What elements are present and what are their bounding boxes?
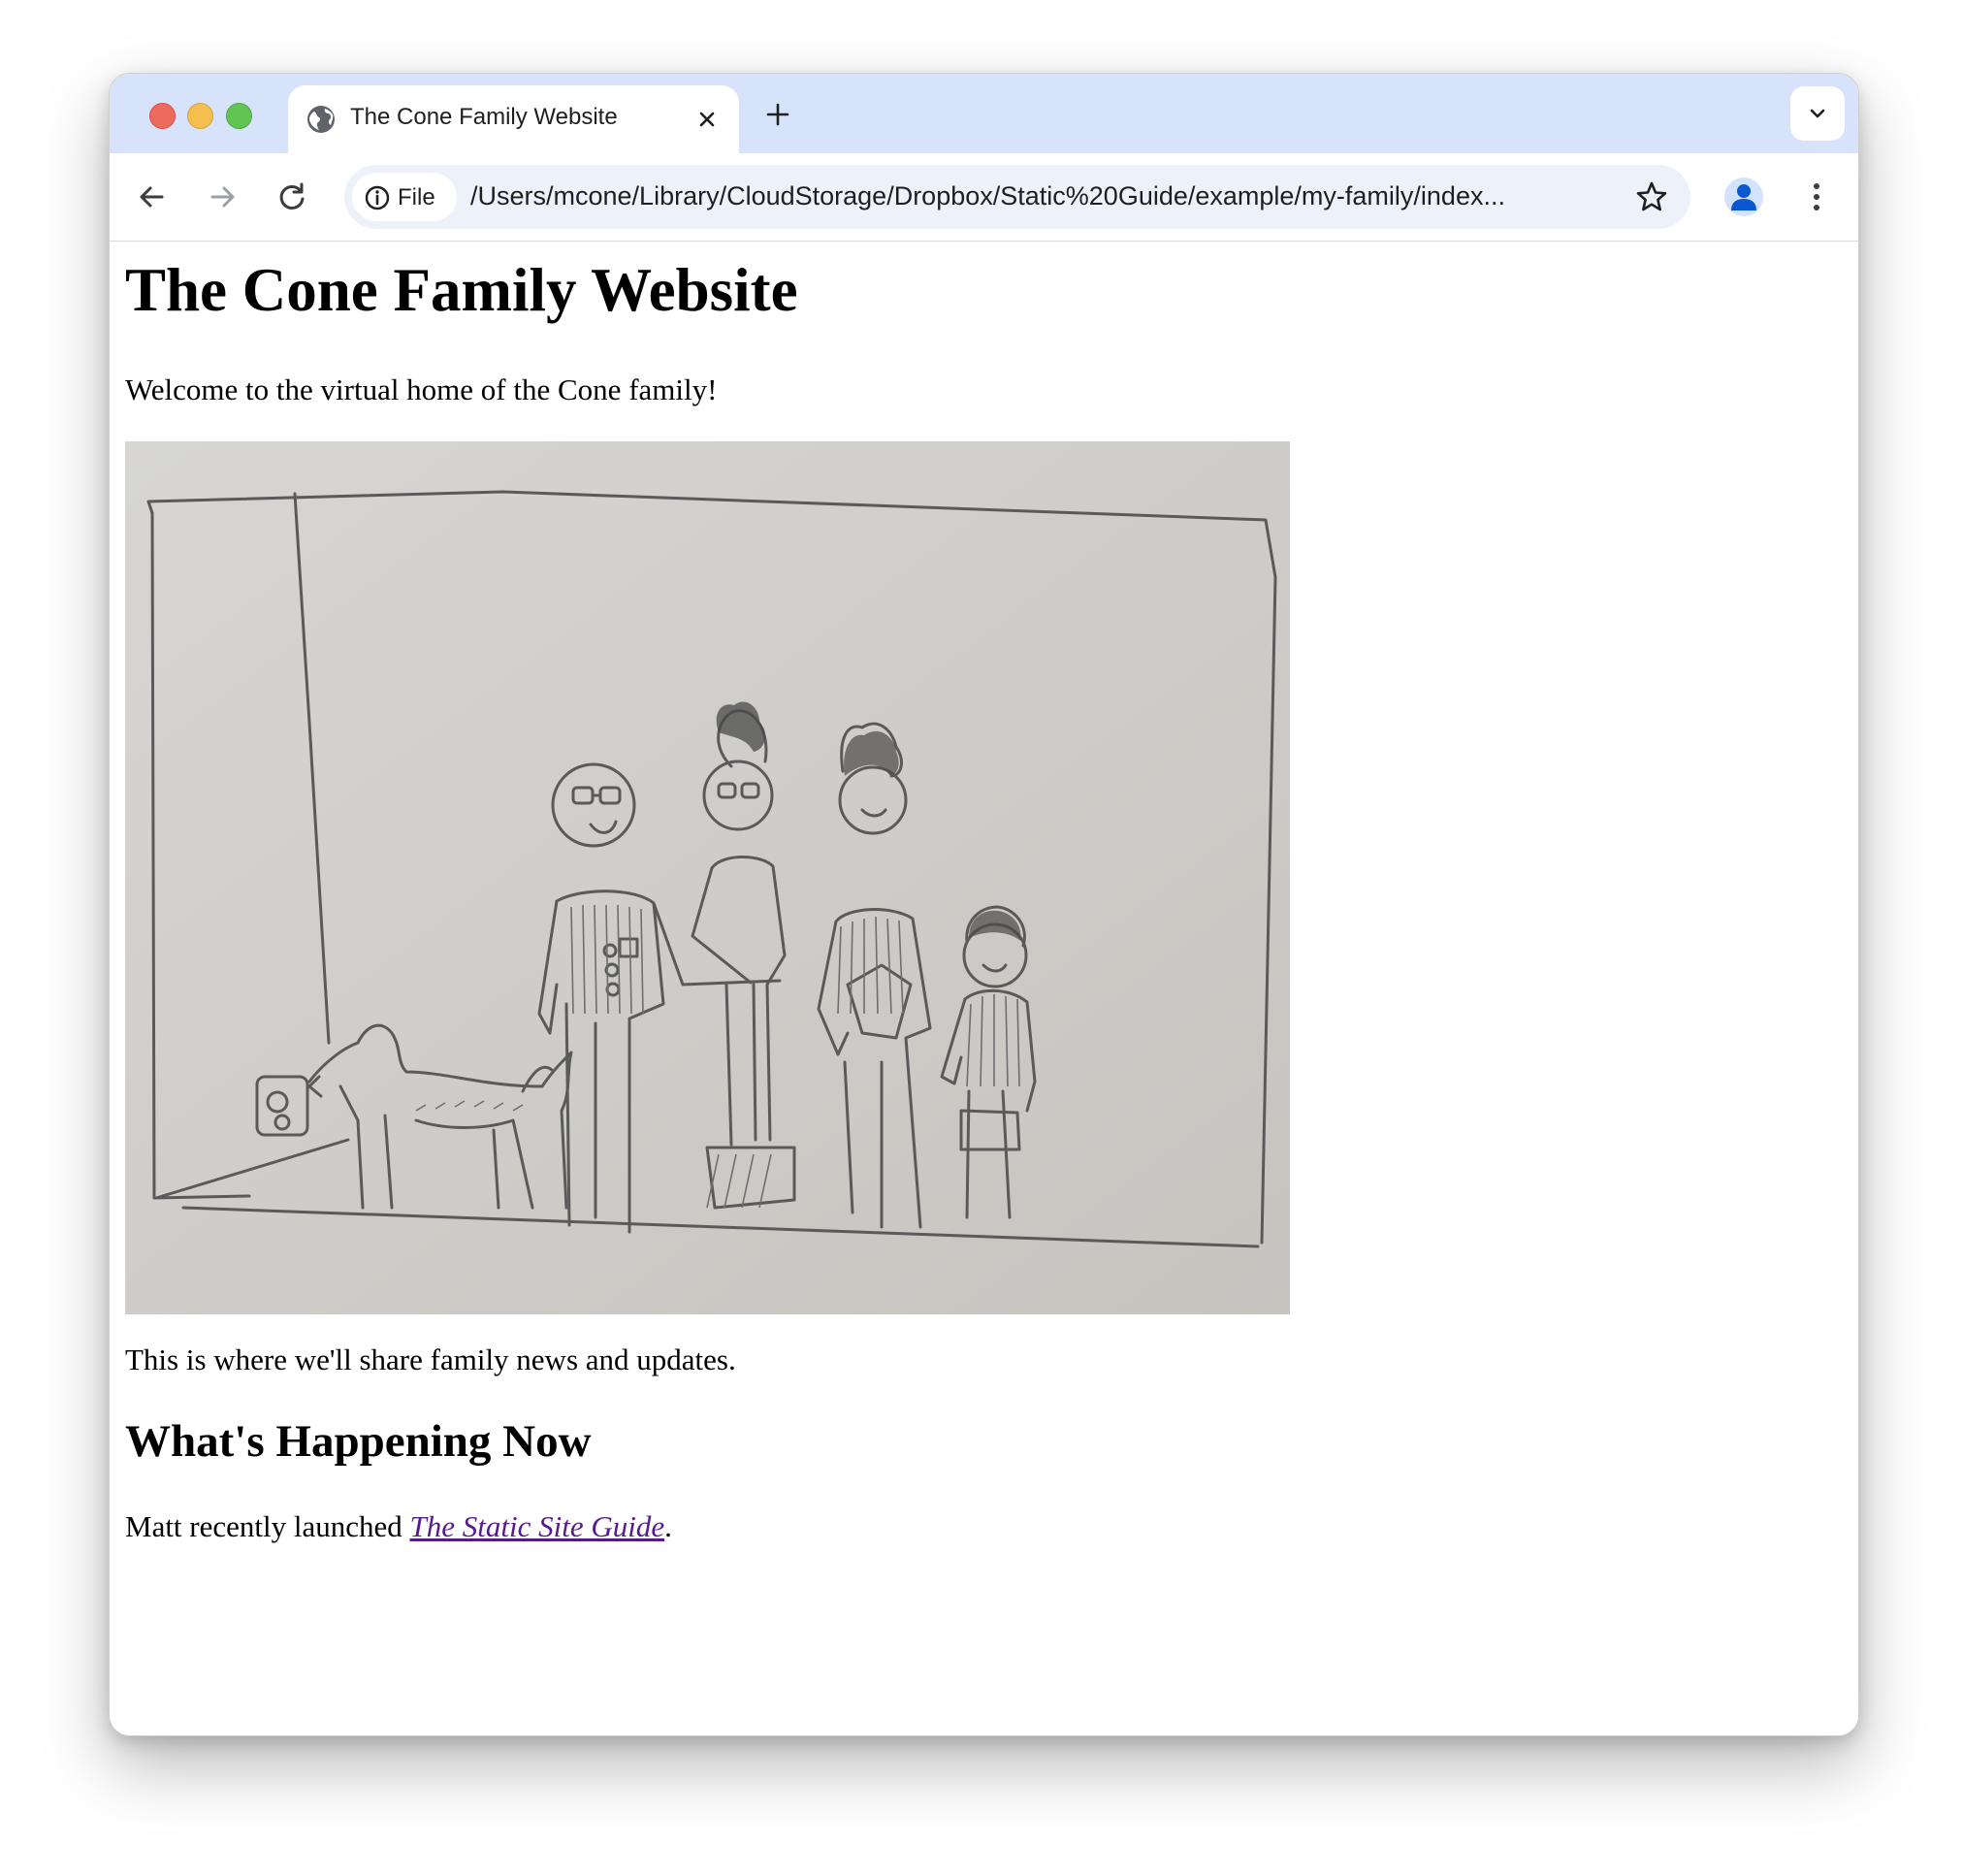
url-text[interactable]: /Users/mcone/Library/CloudStorage/Dropbo… [470,181,1615,211]
address-bar[interactable]: File /Users/mcone/Library/CloudStorage/D… [344,165,1690,229]
family-drawing-image [125,441,1290,1314]
screen: The Cone Family Website File /Users/mcon… [0,0,1963,1876]
close-window-button[interactable] [149,103,176,129]
info-icon [365,185,390,210]
zoom-window-button[interactable] [226,103,252,129]
matt-update-prefix: Matt recently launched [125,1509,410,1543]
navigation-toolbar: File /Users/mcone/Library/CloudStorage/D… [110,153,1858,242]
forward-arrow-icon[interactable] [203,178,241,216]
page-title: The Cone Family Website [125,256,798,324]
matt-update-suffix: . [664,1509,672,1543]
section-heading: What's Happening Now [125,1416,592,1467]
profile-icon [1731,184,1756,210]
active-tab[interactable]: The Cone Family Website [288,85,739,153]
reload-icon[interactable] [273,178,311,216]
tab-title: The Cone Family Website [350,104,618,130]
minimize-window-button[interactable] [187,103,213,129]
plus-icon[interactable] [760,97,795,132]
site-info-chip[interactable]: File [352,173,457,221]
welcome-text: Welcome to the virtual home of the Cone … [125,372,718,406]
profile-button[interactable] [1724,178,1763,216]
browser-window: The Cone Family Website File /Users/mcon… [109,73,1859,1736]
close-icon[interactable] [692,105,722,134]
globe-icon [307,106,335,133]
tab-search-button[interactable] [1790,86,1845,141]
star-icon[interactable] [1634,179,1669,214]
back-arrow-icon[interactable] [133,178,172,216]
tab-bar: The Cone Family Website [110,74,1858,153]
chevron-down-icon [1810,109,1825,118]
page-content: The Cone Family Website Welcome to the v… [110,242,1858,1735]
news-text: This is where we'll share family news an… [125,1342,736,1376]
site-chip-label: File [398,184,435,210]
kebab-menu-icon[interactable] [1802,178,1831,216]
matt-update-text: Matt recently launched The Static Site G… [125,1509,672,1544]
static-site-guide-link[interactable]: The Static Site Guide [410,1509,665,1543]
